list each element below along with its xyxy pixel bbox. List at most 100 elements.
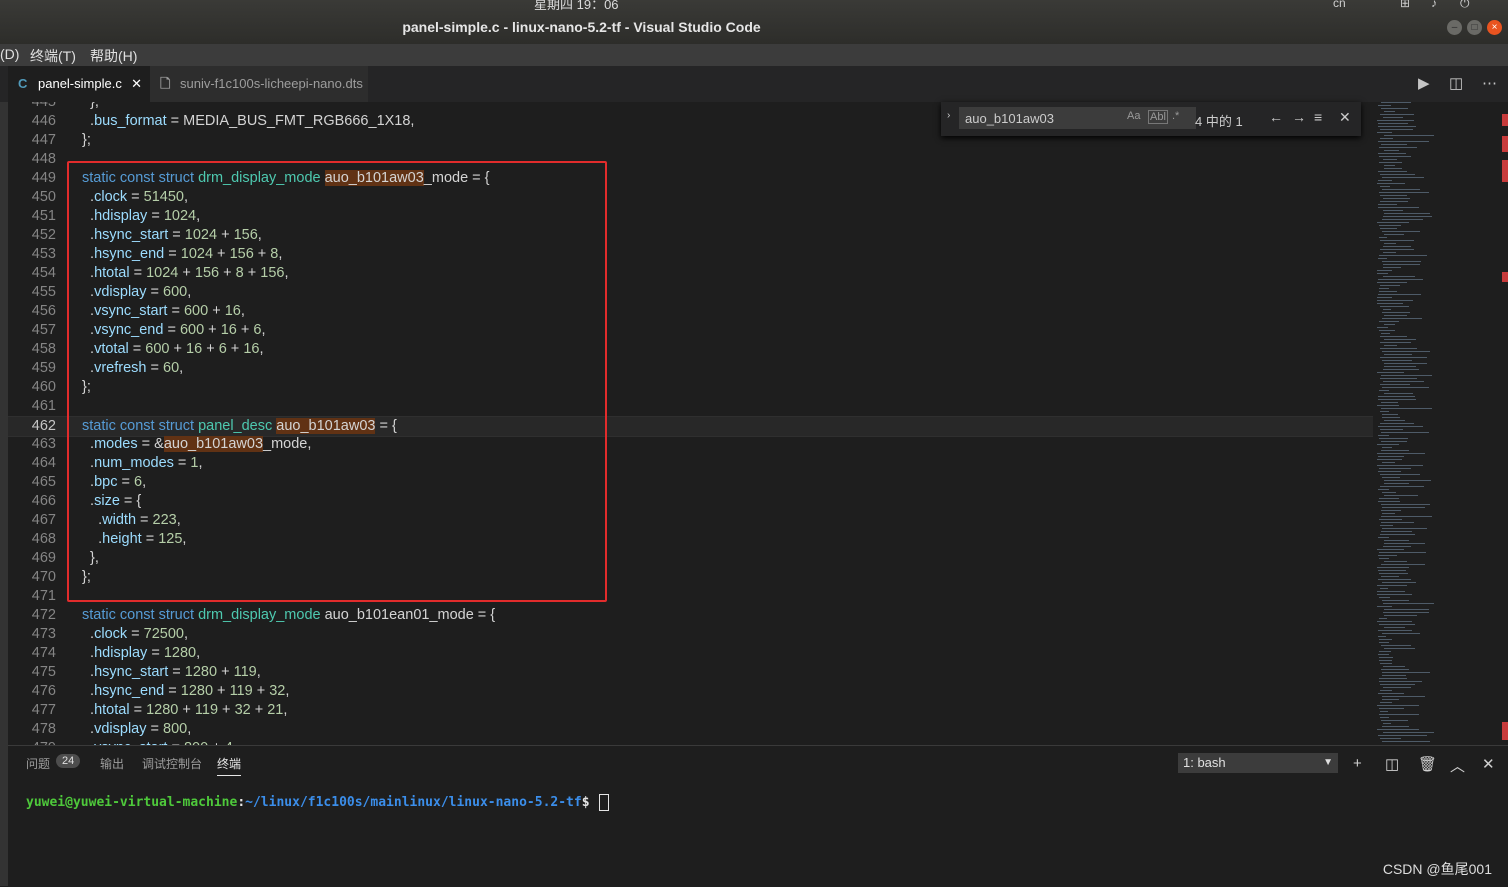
tab-terminal[interactable]: 终端 [217,755,242,776]
maximize-panel-icon[interactable]: ︿ [1450,755,1465,776]
power-icon[interactable]: ⏻ [1460,0,1470,11]
tab-problems[interactable]: 问题 [26,755,50,772]
minimap-line [1384,540,1409,541]
minimap-line [1382,507,1425,508]
close-panel-icon[interactable]: ✕ [1482,755,1495,773]
network-icon[interactable]: ⊞ [1400,0,1410,10]
minimap-line [1379,162,1402,163]
minimap-line [1383,369,1419,370]
close-icon[interactable]: ✕ [131,66,142,102]
trash-icon[interactable]: 🗑 [1418,755,1437,773]
minimap-line [1378,579,1411,580]
menu-debug[interactable]: (D) [0,46,19,62]
title-bar: 星期四 19：06 cn ⊞ ♪ ⏻ panel-simple.c - linu… [0,0,1508,44]
line-number: 459 [31,360,56,376]
minimap-line [1379,438,1408,439]
overview-ruler-mark [1502,272,1508,282]
more-actions-icon[interactable]: ⋯ [1482,74,1497,92]
previous-match-icon[interactable]: ← [1269,109,1283,125]
minimap-line [1382,726,1409,727]
split-terminal-icon[interactable]: ◫ [1385,755,1399,773]
whole-word-icon[interactable]: Abl [1148,110,1168,124]
minimap-line [1381,402,1398,403]
minimap-line [1378,537,1389,538]
minimap-line [1381,504,1430,505]
tab-output[interactable]: 输出 [100,755,124,772]
minimap-line [1377,300,1413,301]
find-widget: › Aa Abl .* 4 中的 1 ← → ≡ ✕ [941,102,1361,136]
minimap-line [1377,453,1425,454]
minimap-line [1377,303,1403,304]
code-line[interactable]: 472 static const struct drm_display_mode … [8,606,1373,625]
tab-panel-simple-c[interactable]: C panel-simple.c ✕ [8,66,150,102]
minimap-line [1379,225,1401,226]
minimap-line [1384,234,1404,235]
minimap-line [1381,450,1409,451]
menu-help[interactable]: 帮助(H) [90,46,137,66]
minimap-line [1380,384,1410,385]
toggle-replace-icon[interactable]: › [947,110,950,121]
minimap-line [1380,357,1427,358]
line-number: 466 [31,493,56,509]
code-line[interactable]: 475 .hsync_start = 1280 + 119, [8,663,1373,682]
tab-debug-console[interactable]: 调试控制台 [142,755,202,772]
menu-bar: (D) 终端(T) 帮助(H) [0,44,1508,66]
code-line[interactable]: 473 .clock = 72500, [8,625,1373,644]
new-terminal-icon[interactable]: + [1353,755,1362,772]
line-code: }; [82,132,91,148]
menu-terminal[interactable]: 终端(T) [30,46,76,66]
minimize-icon[interactable]: – [1447,20,1462,35]
input-method-indicator[interactable]: cn [1333,0,1346,10]
match-case-icon[interactable]: Aa [1127,110,1140,122]
minimap-line [1379,558,1389,559]
tab-suniv-dts[interactable]: 🗋 suniv-f1c100s-licheepi-nano.dts [150,66,368,102]
minimap-line [1384,495,1418,496]
run-icon[interactable]: ▶ [1418,74,1430,92]
terminal-select[interactable]: 1: bash ▼ [1178,753,1338,773]
minimap-line [1382,189,1420,190]
minimap-line [1379,519,1402,520]
code-line[interactable]: 478 .vdisplay = 800, [8,720,1373,739]
close-window-icon[interactable]: × [1487,20,1502,35]
minimap-line [1379,651,1391,652]
code-line[interactable]: 474 .hdisplay = 1280, [8,644,1373,663]
minimap-line [1380,702,1392,703]
problems-count-badge: 24 [56,754,81,768]
minimap-line [1384,420,1405,421]
minimap-line [1378,630,1412,631]
minimap-line [1377,705,1419,706]
terminal-prompt[interactable]: yuwei@yuwei-virtual-machine:~/linux/f1c1… [26,794,610,811]
minimap-line [1380,663,1392,664]
tab-label: suniv-f1c100s-licheepi-nano.dts [180,76,363,91]
minimap-line [1384,627,1405,628]
regex-icon[interactable]: .* [1172,110,1179,122]
line-number: 469 [31,550,56,566]
minimap-line [1383,687,1411,688]
code-line[interactable]: 477 .htotal = 1280 + 119 + 32 + 21, [8,701,1373,720]
line-number: 462 [31,418,56,434]
close-find-icon[interactable]: ✕ [1339,109,1351,126]
minimap-line [1378,735,1427,736]
minimap-line [1378,207,1419,208]
minimap-line [1379,681,1422,682]
find-in-selection-icon[interactable]: ≡ [1314,109,1322,125]
tab-label: panel-simple.c [38,76,122,91]
minimap-line [1381,333,1390,334]
minimap-line [1378,204,1397,205]
line-number: 449 [31,170,56,186]
minimap-line [1380,240,1414,241]
maximize-icon[interactable]: □ [1467,20,1482,35]
minimap-line [1384,315,1407,316]
code-line[interactable]: 476 .hsync_end = 1280 + 119 + 32, [8,682,1373,701]
next-match-icon[interactable]: → [1292,109,1306,125]
minimap-line [1378,501,1400,502]
minimap-line [1380,684,1415,685]
minimap-line [1380,249,1414,250]
minimap[interactable] [1373,102,1498,745]
overview-ruler-mark [1502,136,1508,152]
line-number: 472 [31,607,56,623]
minimap-line [1379,321,1399,322]
volume-icon[interactable]: ♪ [1431,0,1437,10]
minimap-line [1383,198,1410,199]
split-editor-icon[interactable]: ◫ [1449,74,1463,92]
